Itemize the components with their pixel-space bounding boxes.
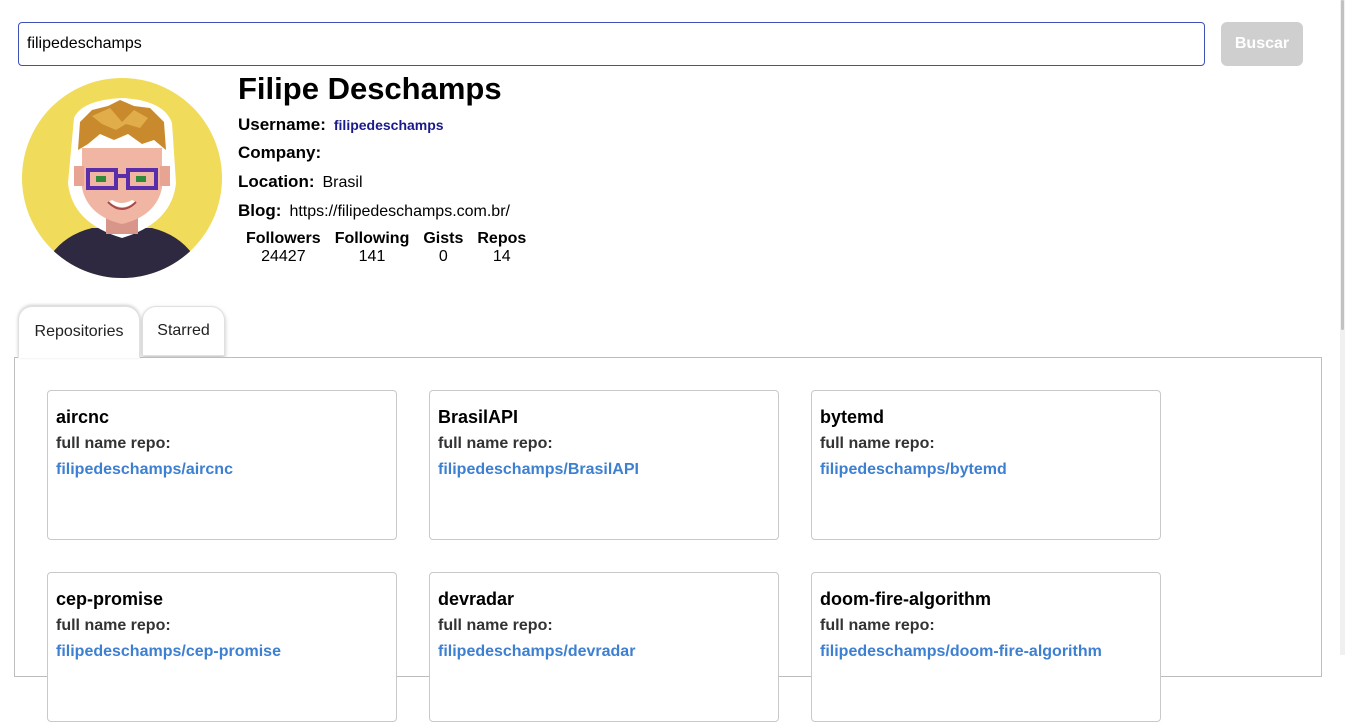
avatar (22, 78, 222, 278)
repo-link[interactable]: filipedeschamps/cep-promise (56, 643, 388, 661)
stat-gists: Gists 0 (423, 230, 463, 266)
stat-label: Gists (423, 230, 464, 247)
repo-name: devradar (438, 589, 515, 609)
location-row: Location: Brasil (238, 171, 363, 194)
search-button[interactable]: Buscar (1221, 22, 1303, 66)
company-label: Company: (238, 143, 322, 162)
repo-full-name-label: full name repo: (820, 435, 935, 452)
repo-name: aircnc (56, 407, 110, 427)
tab-starred[interactable]: Starred (142, 306, 225, 356)
repo-link[interactable]: filipedeschamps/doom-fire-algorithm (820, 643, 1152, 661)
repo-full-name-label: full name repo: (438, 435, 553, 452)
page-scrollbar[interactable] (1340, 0, 1345, 655)
stat-value: 14 (492, 248, 511, 265)
stat-value: 141 (358, 248, 386, 265)
repo-full-name-label: full name repo: (56, 435, 171, 452)
repo-name: doom-fire-algorithm (820, 589, 991, 609)
scrollbar-thumb[interactable] (1341, 0, 1344, 330)
stat-following: Following 141 (335, 230, 410, 266)
repo-card: BrasilAPI full name repo: filipedeschamp… (429, 390, 779, 540)
repo-card: cep-promise full name repo: filipedescha… (47, 572, 397, 722)
profile-name: Filipe Deschamps (238, 71, 502, 106)
blog-value: https://filipedeschamps.com.br/ (289, 203, 510, 220)
stat-label: Following (334, 230, 410, 247)
avatar-image (22, 78, 222, 278)
location-label: Location: (238, 172, 315, 191)
repo-link[interactable]: filipedeschamps/aircnc (56, 461, 388, 479)
username-row: Username: filipedeschamps (238, 114, 444, 136)
stat-repos: Repos 14 (477, 230, 526, 266)
repo-name: bytemd (820, 407, 885, 427)
repo-card: doom-fire-algorithm full name repo: fili… (811, 572, 1161, 722)
location-value: Brasil (322, 174, 363, 191)
repo-name: BrasilAPI (438, 407, 519, 427)
repo-link[interactable]: filipedeschamps/BrasilAPI (438, 461, 770, 479)
repo-full-name-label: full name repo: (438, 617, 553, 634)
stat-value: 24427 (261, 248, 306, 265)
stat-followers: Followers 24427 (246, 230, 321, 266)
repo-link[interactable]: filipedeschamps/devradar (438, 643, 770, 661)
blog-row: Blog: https://filipedeschamps.com.br/ (238, 200, 510, 223)
profile-stats: Followers 24427 Following 141 Gists 0 Re… (246, 230, 526, 266)
username-label: Username: (238, 115, 326, 134)
repo-full-name-label: full name repo: (56, 617, 171, 634)
tab-repositories[interactable]: Repositories (18, 306, 140, 358)
repo-name: cep-promise (56, 589, 164, 609)
repo-link[interactable]: filipedeschamps/bytemd (820, 461, 1152, 479)
stat-label: Followers (246, 230, 321, 247)
username-link[interactable]: filipedeschamps (334, 117, 444, 133)
repo-card: devradar full name repo: filipedeschamps… (429, 572, 779, 722)
search-input[interactable] (18, 22, 1205, 66)
repo-card: aircnc full name repo: filipedeschamps/a… (47, 390, 397, 540)
blog-label: Blog: (238, 201, 282, 220)
repo-full-name-label: full name repo: (820, 617, 935, 634)
stat-value: 0 (438, 248, 448, 265)
repositories-panel: aircnc full name repo: filipedeschamps/a… (14, 357, 1322, 722)
stat-label: Repos (477, 230, 527, 247)
company-row: Company: (238, 142, 329, 165)
repo-card: bytemd full name repo: filipedeschamps/b… (811, 390, 1161, 540)
